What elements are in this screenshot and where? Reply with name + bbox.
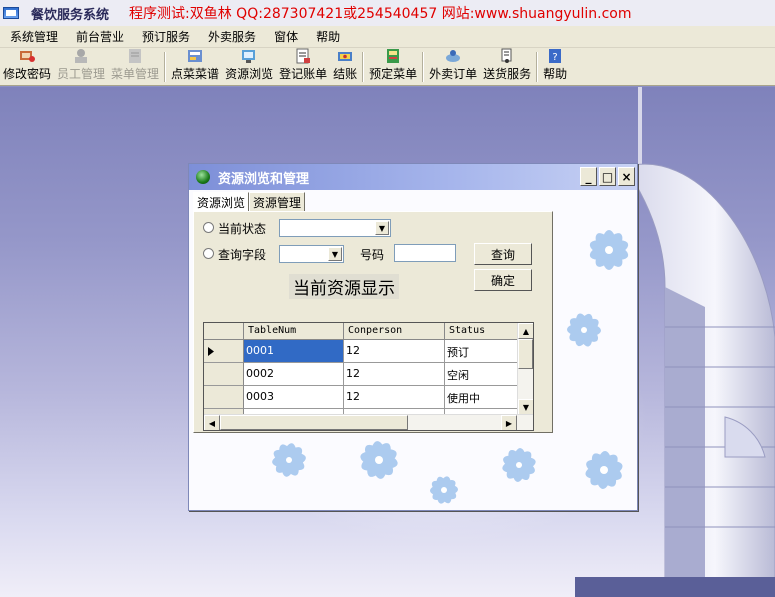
svg-text:?: ? bbox=[553, 52, 558, 63]
register-bill-button[interactable]: 登记账单 bbox=[276, 48, 330, 85]
staff-management-button[interactable]: 员工管理 bbox=[54, 48, 108, 85]
menu-management-button[interactable]: 菜单管理 bbox=[108, 48, 162, 85]
help-icon: ? bbox=[546, 48, 564, 64]
row-indicator[interactable] bbox=[204, 340, 244, 363]
menu-takeout[interactable]: 外卖服务 bbox=[198, 28, 264, 45]
key-icon bbox=[18, 48, 36, 64]
query-field-label: 查询字段 bbox=[218, 248, 267, 262]
menu-icon bbox=[126, 48, 144, 64]
delivery-service-button[interactable]: 送货服务 bbox=[480, 48, 534, 85]
window-body: 资源浏览 资源管理 当前状态 ▼ 查询字段 ▼ 号码 查询 确定 当前资源显示 bbox=[189, 190, 637, 510]
window-title: 资源浏览和管理 bbox=[218, 171, 310, 187]
order-recipe-button[interactable]: 点菜菜谱 bbox=[168, 48, 222, 85]
app-title-bar: 餐饮服务系统 程序测试:双鱼林 QQ:287307421或254540457 网… bbox=[0, 0, 775, 26]
menu-reservation[interactable]: 预订服务 bbox=[132, 28, 198, 45]
status-radio[interactable] bbox=[203, 222, 214, 233]
window-globe-icon bbox=[196, 170, 210, 184]
menu-help[interactable]: 帮助 bbox=[306, 28, 348, 45]
number-label: 号码 bbox=[360, 248, 385, 262]
app-banner: 程序测试:双鱼林 QQ:287307421或254540457 网站:www.s… bbox=[129, 6, 632, 22]
current-resource-caption: 当前资源显示 bbox=[289, 274, 399, 299]
grid-corner bbox=[204, 323, 244, 340]
column-header[interactable]: Conperson bbox=[344, 323, 445, 340]
resource-browse-button[interactable]: 资源浏览 bbox=[222, 48, 276, 85]
scroll-down-icon[interactable]: ▼ bbox=[518, 399, 533, 415]
reserve-menu-button[interactable]: 预定菜单 bbox=[366, 48, 420, 85]
resource-grid[interactable]: TableNum Conperson Status 0001 12 预订 000… bbox=[203, 322, 534, 431]
window-controls: _ □ × bbox=[580, 167, 635, 186]
browse-icon bbox=[240, 48, 258, 64]
menu-window[interactable]: 窗体 bbox=[264, 28, 306, 45]
app-window-icon bbox=[3, 7, 19, 19]
menu-bar: 系统管理 前台营业 预订服务 外卖服务 窗体 帮助 bbox=[0, 26, 775, 48]
takeout-order-button[interactable]: 外卖订单 bbox=[426, 48, 480, 85]
table-row[interactable]: 0001 12 预订 bbox=[204, 340, 519, 363]
change-password-button[interactable]: 修改密码 bbox=[0, 48, 54, 85]
user-icon bbox=[72, 48, 90, 64]
table-cell[interactable]: 0002 bbox=[244, 363, 344, 386]
row-indicator[interactable] bbox=[204, 386, 244, 409]
help-button[interactable]: ? 帮助 bbox=[540, 48, 570, 85]
table-cell[interactable]: 空闲 bbox=[445, 363, 519, 386]
table-cell[interactable]: 使用中 bbox=[445, 386, 519, 409]
resource-browse-panel: 当前状态 ▼ 查询字段 ▼ 号码 查询 确定 当前资源显示 TableNum C… bbox=[193, 211, 553, 433]
window-title-bar[interactable]: 资源浏览和管理 _ □ × bbox=[189, 164, 637, 190]
query-field-combobox[interactable]: ▼ bbox=[279, 245, 344, 263]
table-cell[interactable]: 0001 bbox=[244, 340, 344, 363]
chevron-down-icon[interactable]: ▼ bbox=[328, 247, 342, 261]
checkout-button[interactable]: 结账 bbox=[330, 48, 360, 85]
book-icon bbox=[384, 48, 402, 64]
menu-system[interactable]: 系统管理 bbox=[0, 28, 66, 45]
table-cell[interactable]: 0003 bbox=[244, 386, 344, 409]
grid-vertical-scrollbar[interactable]: ▲ ▼ bbox=[517, 323, 533, 415]
maximize-button[interactable]: □ bbox=[599, 167, 616, 186]
toolbar-separator bbox=[536, 52, 539, 82]
bill-icon bbox=[294, 48, 312, 64]
horizontal-scroll-thumb[interactable] bbox=[220, 415, 408, 430]
current-row-arrow-icon bbox=[208, 347, 214, 356]
scroll-left-icon[interactable]: ◀ bbox=[204, 415, 220, 430]
tab-resource-manage[interactable]: 资源管理 bbox=[249, 192, 306, 212]
resource-browse-window: 资源浏览和管理 _ □ × 资源浏览 资源管理 当前状态 ▼ 查询字段 ▼ 号码… bbox=[188, 163, 638, 511]
row-indicator[interactable] bbox=[204, 363, 244, 386]
table-cell[interactable]: 预订 bbox=[445, 340, 519, 363]
chevron-down-icon[interactable]: ▼ bbox=[375, 221, 389, 235]
column-header[interactable]: TableNum bbox=[244, 323, 344, 340]
confirm-button[interactable]: 确定 bbox=[474, 269, 532, 291]
table-row[interactable]: 0002 12 空闲 bbox=[204, 363, 519, 386]
grid-header: TableNum Conperson Status bbox=[204, 323, 519, 340]
vertical-scroll-thumb[interactable] bbox=[518, 339, 533, 369]
app-title: 餐饮服务系统 bbox=[31, 7, 110, 23]
query-button[interactable]: 查询 bbox=[474, 243, 532, 265]
delivery-order-icon bbox=[444, 48, 462, 64]
truck-icon bbox=[498, 48, 516, 64]
column-header[interactable]: Status bbox=[445, 323, 519, 340]
checkout-icon bbox=[336, 48, 354, 64]
toolbar-separator bbox=[422, 52, 425, 82]
table-cell[interactable]: 12 bbox=[344, 386, 445, 409]
status-label: 当前状态 bbox=[218, 222, 267, 236]
table-row[interactable]: 0003 12 使用中 bbox=[204, 386, 519, 409]
tab-resource-browse[interactable]: 资源浏览 bbox=[193, 192, 250, 212]
scroll-right-icon[interactable]: ▶ bbox=[501, 415, 517, 430]
toolbar-separator bbox=[362, 52, 365, 82]
toolbar-separator bbox=[164, 52, 167, 82]
table-cell[interactable]: 12 bbox=[344, 340, 445, 363]
grid-horizontal-scrollbar[interactable]: ◀ ▶ bbox=[204, 414, 533, 430]
scroll-up-icon[interactable]: ▲ bbox=[518, 323, 533, 339]
query-field-radio[interactable] bbox=[203, 248, 214, 259]
recipe-icon bbox=[186, 48, 204, 64]
table-cell[interactable]: 12 bbox=[344, 363, 445, 386]
minimize-button[interactable]: _ bbox=[580, 167, 597, 186]
number-input[interactable] bbox=[394, 244, 456, 262]
status-combobox[interactable]: ▼ bbox=[279, 219, 391, 237]
toolbar: 修改密码 员工管理 菜单管理 点菜菜谱 资源浏览 登记账单 结账 预定菜单 外卖… bbox=[0, 48, 775, 86]
tab-strip: 资源浏览 资源管理 bbox=[193, 192, 306, 212]
menu-front-desk[interactable]: 前台营业 bbox=[66, 28, 132, 45]
close-button[interactable]: × bbox=[618, 167, 635, 186]
